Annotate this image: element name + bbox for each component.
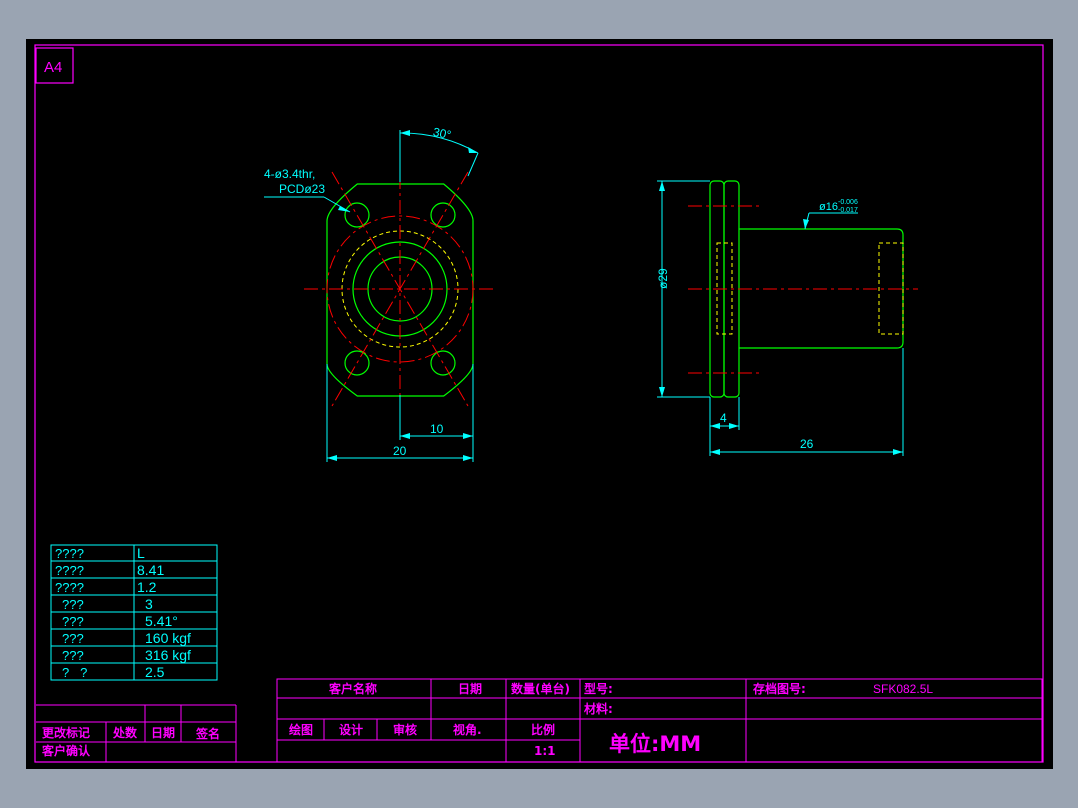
bolt-hole: [344, 202, 370, 228]
title-design: 设计: [339, 722, 363, 737]
bolt-hole: [430, 202, 456, 228]
front-arrowheads: [327, 130, 478, 461]
spec-label: ? ?: [62, 665, 87, 680]
title-customer-name: 客户名称: [328, 681, 377, 696]
title-archive-number: SFK082.5L: [873, 682, 933, 696]
spec-label: ????: [55, 580, 84, 595]
flange-diameter-dimension: ø29: [656, 268, 670, 289]
side-arrowheads: [659, 181, 903, 455]
title-scale-value: 1:1: [534, 744, 556, 758]
sheet-size-label: A4: [44, 59, 62, 76]
title-view-angle: 视角.: [453, 722, 482, 737]
spec-label: ???: [62, 597, 84, 612]
hole-callout-line2: PCDø23: [279, 182, 325, 196]
width-total-dimension: 20: [393, 444, 407, 458]
spec-table: ???? L ???? 8.41 ???? 1.2 ??? 3 ??? 5.41…: [50, 544, 218, 681]
title-drawn: 绘图: [289, 722, 313, 737]
title-quantity: 数量(单台): [511, 681, 570, 696]
side-view: ø29 ø16 -0.006 -0.017 4 26: [656, 180, 918, 456]
cad-drawing: A4 30° 4-ø3.4thr, PCDø23 10 20 ø29 ø16 -…: [34, 44, 1044, 763]
revision-count: 处数: [112, 725, 138, 740]
angle-dimension: 30°: [432, 125, 453, 143]
spec-label: ???: [62, 614, 84, 629]
tolerance-upper: -0.006: [838, 199, 858, 206]
tolerance-lower: -0.017: [838, 207, 858, 214]
drawing-canvas: A4 30° 4-ø3.4thr, PCDø23 10 20 ø29 ø16 -…: [26, 39, 1053, 769]
hole-callout-line1: 4-ø3.4thr,: [264, 167, 315, 181]
spec-value: 160 kgf: [145, 630, 191, 646]
title-block: 客户名称 日期 数量(单台) 型号: 存档图号: SFK082.5L 材料: 绘…: [276, 678, 1043, 763]
title-scale-label: 比例: [531, 722, 555, 737]
title-date: 日期: [458, 681, 482, 696]
spec-label: ????: [55, 563, 84, 578]
width-half-dimension: 10: [430, 422, 444, 436]
spec-value: 316 kgf: [145, 647, 191, 663]
revision-block: 更改标记 处数 日期 签名 客户确认: [36, 704, 237, 762]
title-archive-label: 存档图号:: [752, 681, 806, 696]
front-view: 30° 4-ø3.4thr, PCDø23 10 20: [264, 125, 497, 462]
spec-value: 5.41°: [145, 613, 178, 629]
title-unit: 单位:MM: [609, 732, 701, 756]
revision-date: 日期: [151, 725, 175, 740]
customer-confirm: 客户确认: [41, 743, 91, 758]
side-dimensions: [657, 180, 904, 456]
spec-label: ???: [62, 631, 84, 646]
length-dimension: 26: [800, 437, 814, 451]
revision-change-mark: 更改标记: [42, 725, 90, 740]
spec-value: 3: [145, 596, 153, 612]
spec-value: 8.41: [137, 562, 164, 578]
spec-value: 1.2: [137, 579, 157, 595]
title-material: 材料:: [583, 701, 613, 716]
spec-label: ????: [55, 546, 84, 561]
spec-value: 2.5: [145, 664, 165, 680]
spec-label: ???: [62, 648, 84, 663]
shaft-diameter-dimension: ø16: [819, 201, 838, 213]
flange-thickness-dimension: 4: [720, 411, 727, 425]
title-review: 审核: [393, 722, 417, 737]
spec-value: L: [137, 545, 145, 561]
title-model: 型号:: [584, 681, 613, 696]
revision-signature: 签名: [195, 726, 220, 741]
